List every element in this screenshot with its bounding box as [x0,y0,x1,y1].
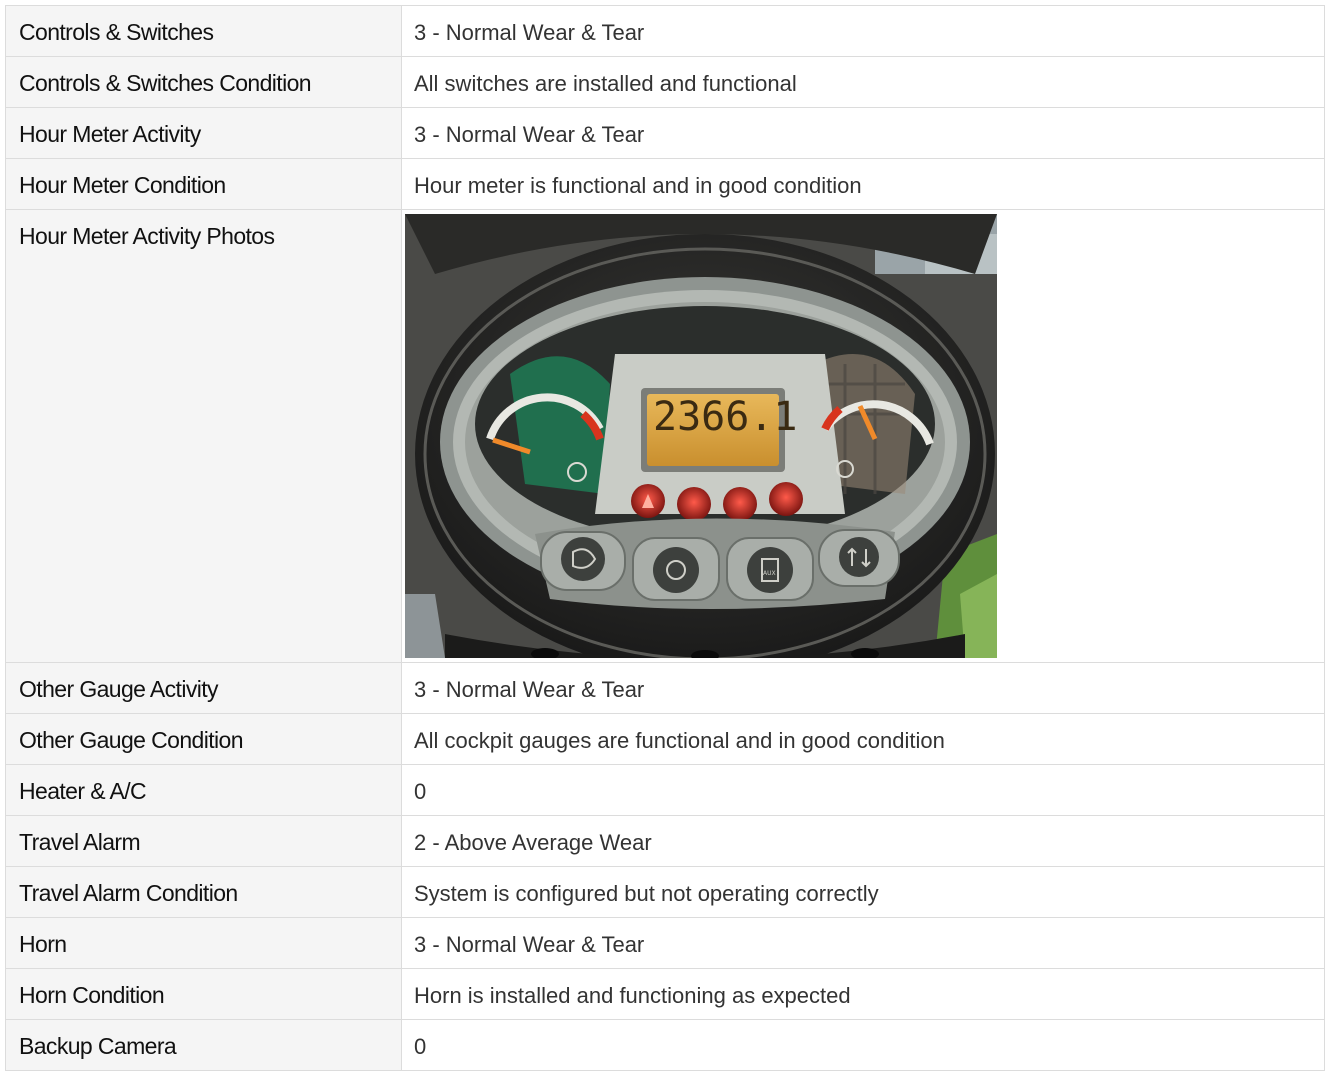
row-label-cell: Travel Alarm [5,815,402,867]
table-row: Heater & A/C 0 [5,764,1325,816]
row-value-cell: All switches are installed and functiona… [401,56,1325,108]
table-row: Other Gauge Activity 3 - Normal Wear & T… [5,662,1325,714]
row-label: Hour Meter Activity [19,121,201,147]
row-value: 3 - Normal Wear & Tear [414,677,645,702]
table-row: Travel Alarm Condition System is configu… [5,866,1325,918]
hour-meter-reading: 2366.1 [653,394,798,440]
row-value: 3 - Normal Wear & Tear [414,122,645,147]
row-label-cell: Other Gauge Condition [5,713,402,765]
row-value: All switches are installed and functiona… [414,71,797,96]
table-row: Hour Meter Activity 3 - Normal Wear & Te… [5,107,1325,159]
row-value-cell: Hour meter is functional and in good con… [401,158,1325,210]
table-row: Hour Meter Condition Hour meter is funct… [5,158,1325,210]
row-label-cell: Controls & Switches [5,5,402,57]
row-value-cell: All cockpit gauges are functional and in… [401,713,1325,765]
row-label-cell: Horn Condition [5,968,402,1020]
row-label: Hour Meter Condition [19,172,226,198]
aux-label: AUX [763,570,776,577]
row-label: Travel Alarm Condition [19,880,238,906]
table-row: Travel Alarm 2 - Above Average Wear [5,815,1325,867]
row-label: Horn [19,931,67,957]
row-value-cell: 0 [401,764,1325,816]
row-label-cell: Backup Camera [5,1019,402,1071]
row-photo-cell: 2366.1 AUX [401,209,1325,663]
row-value: 0 [414,1034,427,1059]
row-label: Controls & Switches Condition [19,70,312,96]
row-label-cell: Hour Meter Activity Photos [5,209,402,663]
row-value-cell: 3 - Normal Wear & Tear [401,662,1325,714]
row-value: 0 [414,779,427,804]
row-label: Other Gauge Activity [19,676,219,702]
row-label: Controls & Switches [19,19,214,45]
row-label: Backup Camera [19,1033,177,1059]
row-label-cell: Heater & A/C [5,764,402,816]
row-value: 2 - Above Average Wear [414,830,652,855]
row-value: 3 - Normal Wear & Tear [414,20,645,45]
table-row: Horn 3 - Normal Wear & Tear [5,917,1325,969]
row-value: 3 - Normal Wear & Tear [414,932,645,957]
row-label: Travel Alarm [19,829,141,855]
row-value: All cockpit gauges are functional and in… [414,728,945,753]
row-label-cell: Horn [5,917,402,969]
row-value: Horn is installed and functioning as exp… [414,983,851,1008]
inspection-table: Controls & Switches 3 - Normal Wear & Te… [5,5,1325,1071]
hour-meter-photo[interactable]: 2366.1 AUX [405,214,997,658]
row-label-cell: Hour Meter Activity [5,107,402,159]
row-label: Horn Condition [19,982,165,1008]
table-row: Horn Condition Horn is installed and fun… [5,968,1325,1020]
row-value-cell: 3 - Normal Wear & Tear [401,917,1325,969]
table-row-photos: Hour Meter Activity Photos 2366.1 AUX [5,209,1325,663]
row-label: Hour Meter Activity Photos [19,223,275,249]
row-value-cell: System is configured but not operating c… [401,866,1325,918]
row-label-cell: Controls & Switches Condition [5,56,402,108]
table-row: Other Gauge Condition All cockpit gauges… [5,713,1325,765]
table-row: Controls & Switches 3 - Normal Wear & Te… [5,5,1325,57]
table-row: Backup Camera 0 [5,1019,1325,1071]
table-row: Controls & Switches Condition All switch… [5,56,1325,108]
row-value-cell: Horn is installed and functioning as exp… [401,968,1325,1020]
row-label: Heater & A/C [19,778,147,804]
row-label: Other Gauge Condition [19,727,244,753]
row-value-cell: 0 [401,1019,1325,1071]
row-label-cell: Hour Meter Condition [5,158,402,210]
row-label-cell: Travel Alarm Condition [5,866,402,918]
row-value: System is configured but not operating c… [414,881,879,906]
row-value-cell: 2 - Above Average Wear [401,815,1325,867]
row-value-cell: 3 - Normal Wear & Tear [401,107,1325,159]
row-value: Hour meter is functional and in good con… [414,173,862,198]
row-label-cell: Other Gauge Activity [5,662,402,714]
row-value-cell: 3 - Normal Wear & Tear [401,5,1325,57]
